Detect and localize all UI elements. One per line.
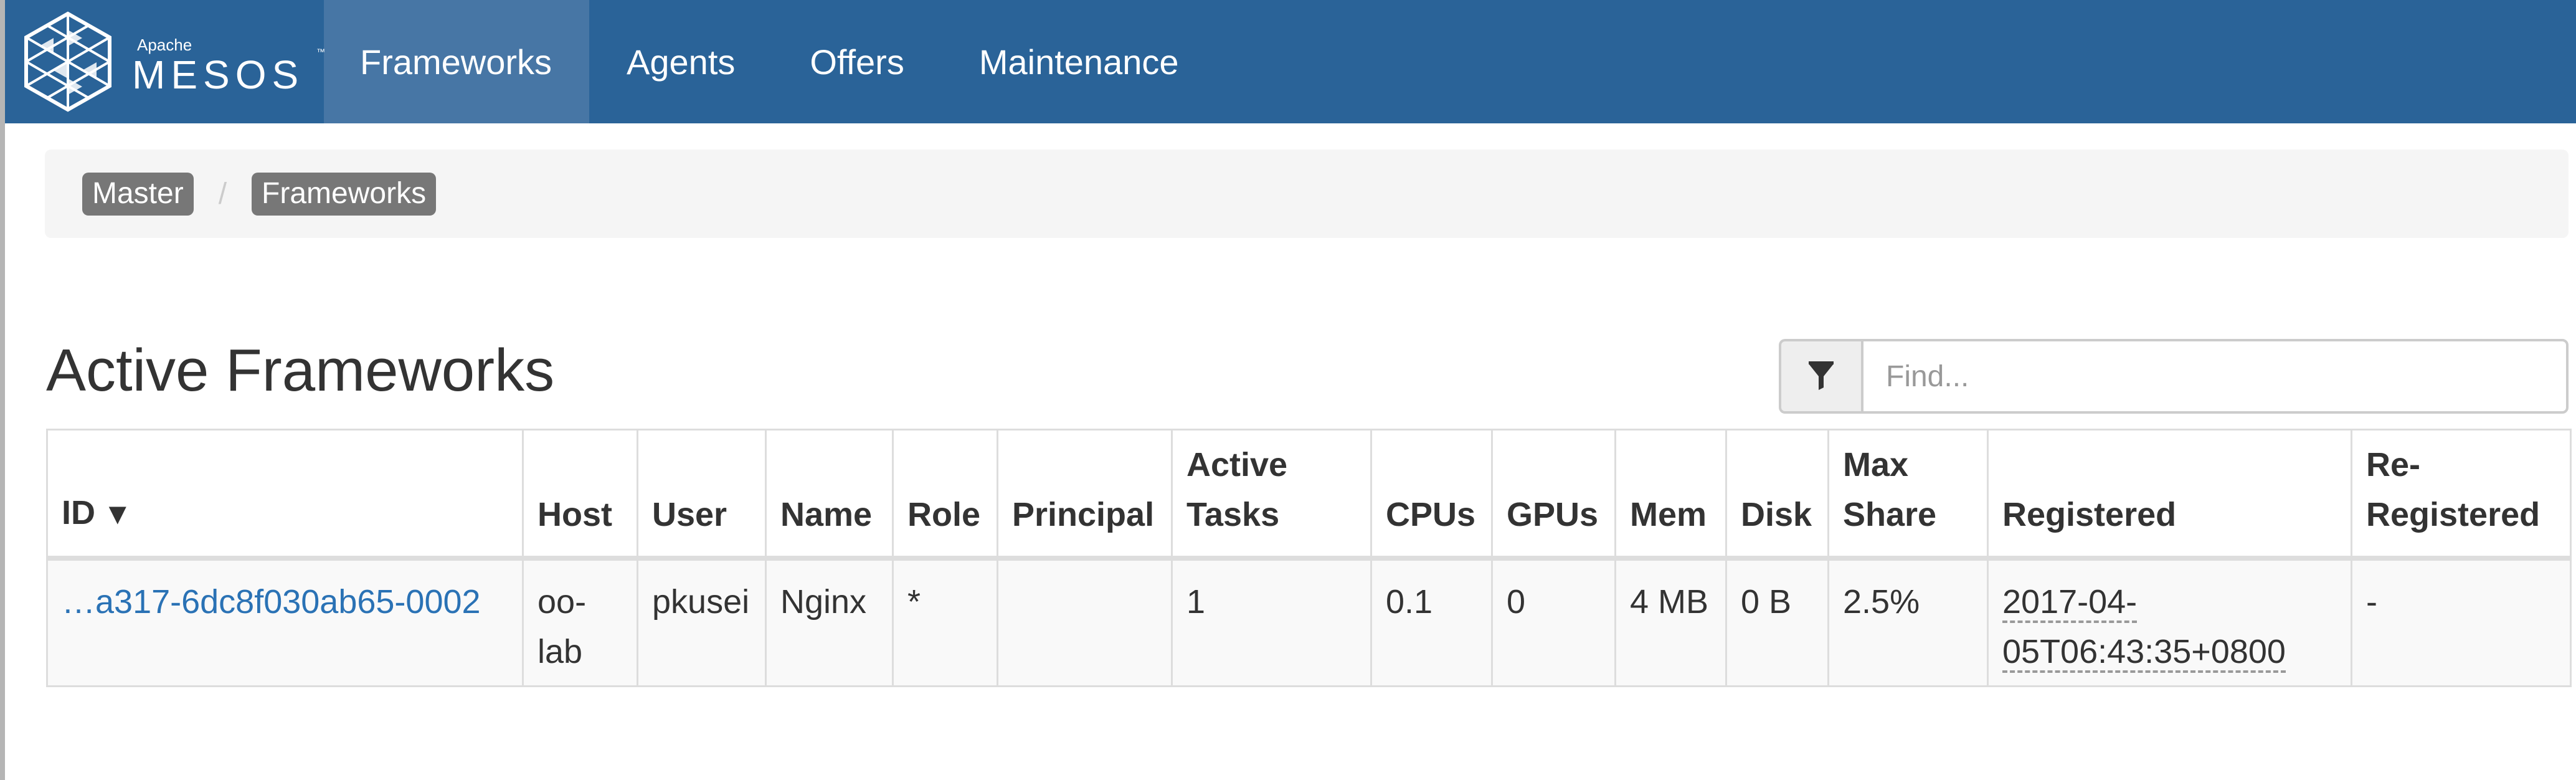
find-input[interactable] <box>1861 339 2569 414</box>
cell-max-share: 2.5% <box>1827 557 1989 687</box>
cell-registered: 2017-04-05T06:43:35+0800 <box>1987 557 2352 687</box>
column-header-principal[interactable]: Principal <box>997 429 1173 561</box>
cell-role: * <box>892 557 998 687</box>
breadcrumb: Master / Frameworks <box>45 150 2569 238</box>
cell-cpus: 0.1 <box>1370 557 1493 687</box>
breadcrumb-separator: / <box>218 177 227 211</box>
cell-user: pkusei <box>637 557 767 687</box>
nav-offers[interactable]: Offers <box>772 0 941 123</box>
breadcrumb-master[interactable]: Master <box>82 172 194 216</box>
cell-disk: 0 B <box>1725 557 1829 687</box>
filter-icon <box>1809 361 1834 390</box>
mesos-logo-icon <box>24 11 111 112</box>
column-label-id: ID <box>62 493 95 531</box>
column-header-user[interactable]: User <box>637 429 767 561</box>
cell-re-registered: - <box>2351 557 2572 687</box>
brand-logo-link[interactable]: Apache MESOS ™ <box>5 0 325 123</box>
brand-trademark: ™ <box>316 47 325 57</box>
page-title: Active Frameworks <box>46 337 555 404</box>
breadcrumb-frameworks[interactable]: Frameworks <box>252 172 437 216</box>
cell-active-tasks: 1 <box>1171 557 1372 687</box>
nav-frameworks[interactable]: Frameworks <box>324 0 590 123</box>
cell-id: …a317-6dc8f030ab65-0002 <box>46 557 524 687</box>
filter-addon <box>1779 339 1861 414</box>
framework-id-link[interactable]: …a317-6dc8f030ab65-0002 <box>62 583 481 621</box>
table-row: …a317-6dc8f030ab65-0002 oo-lab pkusei Ng… <box>46 557 2572 687</box>
column-header-name[interactable]: Name <box>765 429 894 561</box>
cell-host: oo-lab <box>522 557 638 687</box>
cell-mem: 4 MB <box>1614 557 1727 687</box>
cell-name: Nginx <box>765 557 894 687</box>
column-header-max-share[interactable]: Max Share <box>1827 429 1989 561</box>
column-header-mem[interactable]: Mem <box>1614 429 1727 561</box>
top-navbar: Apache MESOS ™ Frameworks Agents Offers … <box>5 0 2576 123</box>
column-header-host[interactable]: Host <box>522 429 638 561</box>
mesos-ui: Apache MESOS ™ Frameworks Agents Offers … <box>0 0 2576 780</box>
column-header-gpus[interactable]: GPUs <box>1491 429 1616 561</box>
active-frameworks-table: ID ▼ Host User Name Role Principal Active… <box>46 429 2572 687</box>
table-header-row: ID ▼ Host User Name Role Principal Active… <box>46 429 2572 561</box>
brand-name: MESOS <box>132 52 305 97</box>
registered-timestamp[interactable]: 2017-04-05T06:43:35+0800 <box>2002 583 2286 673</box>
cell-principal <box>997 557 1173 687</box>
filter-group <box>1779 339 2569 414</box>
column-header-re-registered[interactable]: Re-Registered <box>2351 429 2572 561</box>
cell-gpus: 0 <box>1491 557 1616 687</box>
column-header-registered[interactable]: Registered <box>1987 429 2352 561</box>
column-header-role[interactable]: Role <box>892 429 998 561</box>
column-header-disk[interactable]: Disk <box>1725 429 1829 561</box>
column-header-active-tasks[interactable]: Active Tasks <box>1171 429 1372 561</box>
nav-agents[interactable]: Agents <box>589 0 772 123</box>
nav-maintenance[interactable]: Maintenance <box>942 0 1216 123</box>
sort-desc-icon: ▼ <box>103 497 133 531</box>
column-header-cpus[interactable]: CPUs <box>1370 429 1493 561</box>
brand-text: Apache MESOS ™ <box>132 24 325 99</box>
column-header-id[interactable]: ID ▼ <box>46 429 524 561</box>
